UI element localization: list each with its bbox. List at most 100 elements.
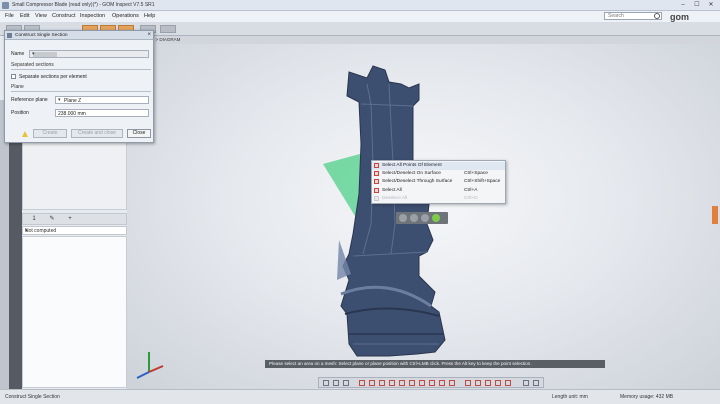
length-unit: Length unit: mm bbox=[552, 394, 588, 400]
explorer-toolbar: 1 ✎ + bbox=[22, 213, 127, 225]
tool-icon[interactable] bbox=[475, 380, 481, 386]
menu-file[interactable]: File bbox=[5, 13, 14, 19]
position-value: 238.000 mm bbox=[58, 111, 86, 117]
menu-operations[interactable]: Operations bbox=[112, 13, 139, 19]
menu-item-label: Select All bbox=[382, 188, 402, 193]
position-label: Position bbox=[11, 110, 29, 116]
hint-text: Please select an area on a mesh: Select … bbox=[269, 361, 532, 366]
tool-icon[interactable] bbox=[369, 380, 375, 386]
name-field[interactable]: ▾ bbox=[29, 50, 149, 58]
menu-item-label: Select/Deselect Through Surface bbox=[382, 179, 453, 184]
select-through-icon bbox=[374, 179, 379, 184]
tool-icon[interactable] bbox=[465, 380, 471, 386]
select-all-icon bbox=[374, 188, 379, 193]
minimize-button[interactable]: – bbox=[676, 1, 690, 9]
selection-option-icon[interactable] bbox=[410, 214, 418, 222]
menu-edit[interactable]: Edit bbox=[20, 13, 29, 19]
toolbar-button[interactable] bbox=[160, 25, 176, 33]
menu-item-select-all[interactable]: Select All Ctrl+A bbox=[372, 187, 505, 195]
search-placeholder: Search bbox=[608, 13, 624, 19]
tool-icon[interactable] bbox=[485, 380, 491, 386]
warning-icon bbox=[22, 131, 28, 137]
selection-tools-toolbar bbox=[318, 377, 544, 388]
panel-dark-column bbox=[9, 100, 22, 389]
tool-icon[interactable] bbox=[429, 380, 435, 386]
tool-icon[interactable] bbox=[379, 380, 385, 386]
tool-icon[interactable] bbox=[333, 380, 339, 386]
menu-item-select-through-surface[interactable]: Select/Deselect Through Surface Ctrl+Shi… bbox=[372, 178, 505, 186]
menu-inspection[interactable]: Inspection bbox=[80, 13, 105, 19]
menu-item-select-all-points[interactable]: Select All Points Of Element bbox=[372, 162, 505, 170]
search-icon[interactable] bbox=[654, 13, 660, 19]
dialog-icon bbox=[7, 33, 12, 38]
selection-option-icon[interactable] bbox=[421, 214, 429, 222]
dialog-close-icon[interactable]: × bbox=[147, 32, 151, 38]
menu-item-label: Select/Deselect On Surface bbox=[382, 171, 441, 176]
reference-plane-select[interactable]: Plane Z ▾ bbox=[55, 96, 149, 104]
axis-triad bbox=[136, 352, 164, 379]
deselect-all-icon bbox=[374, 196, 379, 201]
explorer-edit-button[interactable]: ✎ bbox=[47, 216, 57, 223]
separate-sections-checkbox[interactable] bbox=[11, 74, 16, 79]
explorer-add-button[interactable]: + bbox=[65, 216, 75, 223]
menu-item-deselect-all: Deselect All Ctrl+D bbox=[372, 195, 505, 203]
menu-construct[interactable]: Construct bbox=[52, 13, 76, 19]
menu-help[interactable]: Help bbox=[144, 13, 155, 19]
status-bar: Construct Single Section Length unit: mm… bbox=[0, 389, 720, 404]
tool-icon[interactable] bbox=[419, 380, 425, 386]
tool-icon[interactable] bbox=[449, 380, 455, 386]
separate-sections-label: Separate sections per element bbox=[19, 74, 87, 80]
maximize-button[interactable]: ☐ bbox=[690, 1, 704, 9]
menu-item-select-on-surface[interactable]: Select/Deselect On Surface Ctrl+Space bbox=[372, 170, 505, 178]
status-text: Construct Single Section bbox=[5, 394, 60, 400]
create-button[interactable]: Create bbox=[33, 129, 67, 138]
select-points-icon bbox=[374, 163, 379, 168]
app-icon bbox=[2, 2, 9, 9]
tool-icon[interactable] bbox=[399, 380, 405, 386]
tool-icon[interactable] bbox=[323, 380, 329, 386]
panel-side-strip bbox=[0, 100, 9, 390]
confirm-icon[interactable] bbox=[432, 214, 440, 222]
chevron-down-icon[interactable]: ▾ bbox=[32, 51, 146, 57]
title-bar: Small Compressor Blade (read only)(*) - … bbox=[0, 0, 720, 11]
dialog-titlebar: Construct Single Section × bbox=[5, 31, 153, 40]
chevron-down-icon[interactable]: ▾ bbox=[58, 97, 146, 103]
close-window-button[interactable]: ✕ bbox=[704, 1, 718, 9]
position-field[interactable]: 238.000 mm bbox=[55, 109, 149, 117]
tool-icon[interactable] bbox=[409, 380, 415, 386]
reference-plane-label: Reference plane bbox=[11, 97, 48, 103]
tool-icon[interactable] bbox=[495, 380, 501, 386]
tool-icon[interactable] bbox=[343, 380, 349, 386]
tool-icon[interactable] bbox=[533, 380, 539, 386]
close-button[interactable]: Close bbox=[127, 129, 151, 138]
side-panel-handle[interactable] bbox=[712, 206, 718, 224]
menu-view[interactable]: View bbox=[35, 13, 47, 19]
plane-heading: Plane bbox=[11, 84, 151, 92]
context-menu: Select All Points Of Element Select/Dese… bbox=[371, 160, 506, 204]
explorer-button[interactable]: 1 bbox=[29, 216, 39, 223]
tool-icon[interactable] bbox=[359, 380, 365, 386]
create-and-close-button[interactable]: Create and close bbox=[71, 129, 123, 138]
tool-icon[interactable] bbox=[389, 380, 395, 386]
breadcrumb: ELEMENTS > DIAGRAM bbox=[127, 36, 720, 44]
property-selector[interactable]: Not computed ▾ bbox=[22, 226, 127, 235]
chevron-down-icon: ▾ bbox=[25, 228, 28, 234]
window-title: Small Compressor Blade (read only)(*) - … bbox=[12, 2, 155, 8]
selection-option-icon[interactable] bbox=[399, 214, 407, 222]
menu-bar: File Edit View Construct Inspection Oper… bbox=[0, 11, 720, 22]
search-input[interactable]: Search bbox=[604, 12, 662, 20]
menu-item-shortcut: Ctrl+Space bbox=[464, 171, 488, 176]
construct-section-dialog: Construct Single Section × Name ▾ Separa… bbox=[4, 30, 154, 143]
menu-item-label: Select All Points Of Element bbox=[382, 163, 442, 168]
viewport-hint: Please select an area on a mesh: Select … bbox=[265, 360, 605, 368]
menu-item-shortcut: Ctrl+D bbox=[464, 196, 478, 201]
tool-icon[interactable] bbox=[439, 380, 445, 386]
name-label: Name bbox=[11, 51, 25, 57]
tool-icon[interactable] bbox=[523, 380, 529, 386]
menu-item-shortcut: Ctrl+A bbox=[464, 188, 478, 193]
dialog-title: Construct Single Section bbox=[15, 33, 68, 38]
properties-area bbox=[22, 236, 127, 388]
tool-icon[interactable] bbox=[505, 380, 511, 386]
menu-item-shortcut: Ctrl+Shift+Space bbox=[464, 179, 501, 184]
separated-sections-heading: Separated sections bbox=[11, 62, 151, 70]
